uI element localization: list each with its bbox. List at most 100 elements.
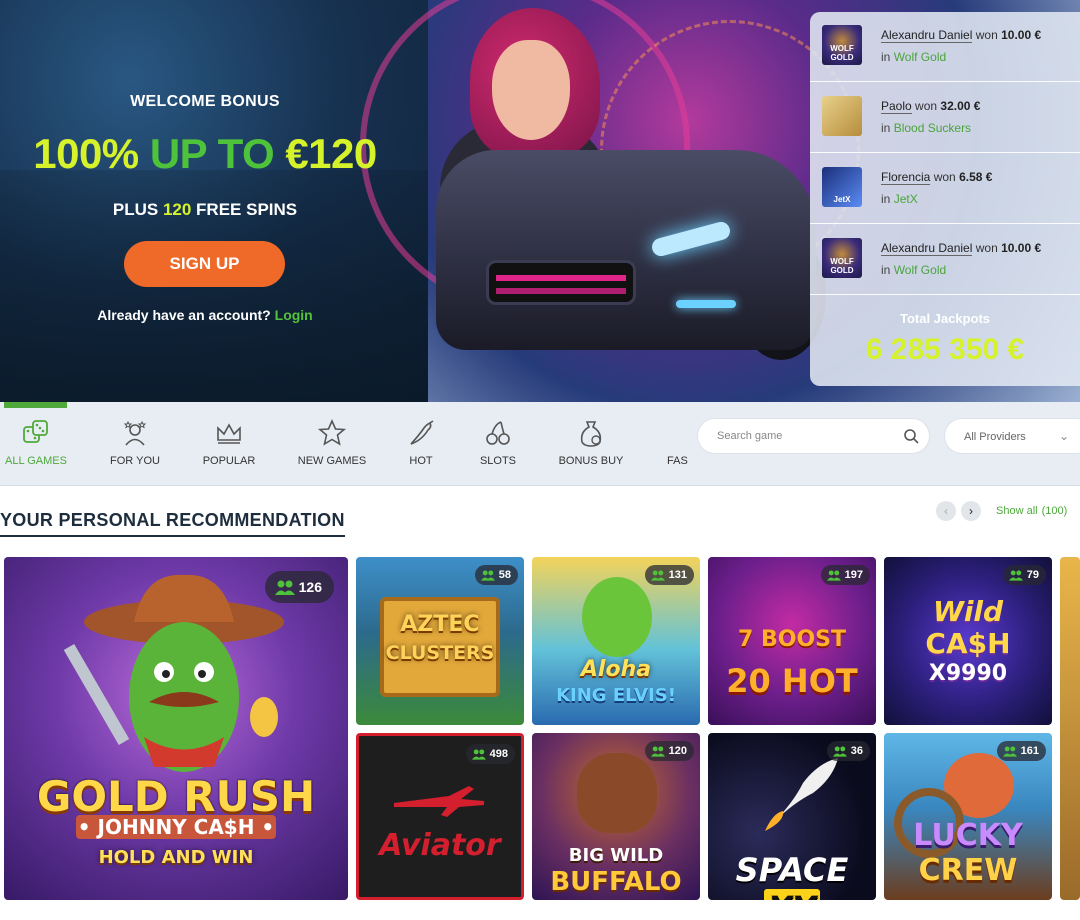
- jetx-thumbnail: JetX: [822, 167, 862, 207]
- winner-game-link[interactable]: Wolf Gold: [894, 263, 946, 277]
- search-input[interactable]: Search game: [717, 430, 782, 442]
- tab-all-games[interactable]: ALL GAMES: [0, 402, 72, 486]
- winner-item[interactable]: WOLF GOLD Alexandru Daniel won 10.00 € i…: [810, 12, 1080, 82]
- game-tile-gold-rush[interactable]: GOLD RUSH • JOHNNY CA$H • HOLD AND WIN 1…: [4, 557, 348, 900]
- player-count: 498: [489, 748, 508, 760]
- crown-icon: [217, 423, 241, 444]
- sign-up-button[interactable]: SIGN UP: [124, 241, 285, 287]
- in-label: in: [881, 192, 891, 206]
- show-all-label: Show all: [996, 505, 1038, 517]
- tab-label: BONUS BUY: [558, 455, 624, 467]
- tab-for-you[interactable]: FOR YOU: [96, 402, 174, 486]
- winner-amount: 6.58 €: [959, 170, 993, 184]
- login-prompt: Already have an account? Login: [0, 307, 410, 323]
- game-tile-partial[interactable]: [1060, 557, 1080, 900]
- tab-hot[interactable]: HOT: [396, 402, 446, 486]
- chili-icon: [410, 420, 434, 445]
- tab-fast[interactable]: FAS: [660, 402, 694, 486]
- winner-line: Paolo won 32.00 €: [881, 99, 981, 114]
- game-subtitle: CA$H: [925, 627, 1011, 660]
- player-count-badge: 131: [644, 565, 694, 585]
- game-title: 7 BOOST: [738, 627, 846, 652]
- game-subtitle: CLUSTERS: [385, 642, 495, 664]
- wolf-gold-thumbnail: WOLF GOLD: [822, 25, 862, 65]
- winner-game-line: in Wolf Gold: [881, 263, 946, 277]
- game-tile-20-boost-hot[interactable]: 7 BOOST 20 HOT 197: [708, 557, 876, 725]
- players-icon: [650, 746, 665, 757]
- winner-line: Alexandru Daniel won 10.00 €: [881, 241, 1042, 256]
- game-title-space: SPACE: [735, 851, 849, 889]
- tab-new-games[interactable]: NEW GAMES: [292, 402, 372, 486]
- game-subtitle: BUFFALO: [550, 867, 682, 897]
- won-label: won: [975, 241, 998, 255]
- headline-percent: 100%: [33, 130, 139, 177]
- winner-game-link[interactable]: JetX: [894, 192, 918, 206]
- tab-label: FOR YOU: [110, 455, 160, 467]
- welcome-promo: WELCOME BONUS 100% UP TO €120 PLUS 120 F…: [0, 0, 410, 402]
- player-count-badge: 120: [644, 741, 694, 761]
- game-title: GOLD RUSH: [36, 772, 316, 821]
- car-grille-light: [496, 275, 626, 281]
- tab-slots[interactable]: SLOTS: [473, 402, 523, 486]
- buffalo-art: [577, 753, 657, 833]
- carousel-prev-button[interactable]: ‹: [936, 501, 956, 521]
- game-tile-space-xy[interactable]: SPACE XY 36: [708, 733, 876, 900]
- in-label: in: [881, 263, 891, 277]
- game-tile-lucky-crew[interactable]: LUCKY CREW 161: [884, 733, 1052, 900]
- winner-name[interactable]: Florencia: [881, 170, 931, 185]
- in-label: in: [881, 50, 891, 64]
- winner-name[interactable]: Paolo: [881, 99, 912, 114]
- car-body: [436, 150, 816, 350]
- game-subtitle: 20 HOT: [726, 662, 858, 700]
- car-foglight: [676, 300, 736, 308]
- winner-amount: 10.00 €: [1001, 241, 1042, 255]
- game-title: Aviator: [379, 828, 501, 863]
- game-tile-aviator[interactable]: Aviator 498: [356, 733, 524, 900]
- person-star-icon: [123, 420, 147, 446]
- total-jackpots-value: 6 285 350 €: [865, 333, 1025, 366]
- player-count: 36: [850, 745, 863, 757]
- welcome-bonus-label: WELCOME BONUS: [130, 93, 280, 110]
- recent-winners-panel: WOLF GOLD Alexandru Daniel won 10.00 € i…: [810, 12, 1080, 386]
- game-subtitle: CREW: [918, 853, 1018, 888]
- player-count-badge: 197: [820, 565, 870, 585]
- carousel-next-button[interactable]: ›: [961, 501, 981, 521]
- tab-bonus-buy[interactable]: BONUS BUY: [553, 402, 629, 486]
- game-tile-big-wild-buffalo[interactable]: BIG WILD BUFFALO 120: [532, 733, 700, 900]
- winner-game-link[interactable]: Wolf Gold: [894, 50, 946, 64]
- winner-name[interactable]: Alexandru Daniel: [881, 241, 973, 256]
- show-all-count: (100): [1041, 505, 1068, 517]
- game-title: Wild: [932, 595, 1004, 628]
- car-grille-light-2: [496, 288, 626, 294]
- won-label: won: [915, 99, 938, 113]
- player-count-badge: 161: [996, 741, 1046, 761]
- dice-icon: [23, 420, 48, 443]
- game-tile-wild-cash[interactable]: Wild CA$H X9990 79: [884, 557, 1052, 725]
- tab-popular[interactable]: POPULAR: [192, 402, 266, 486]
- game-tile-aloha-king-elvis[interactable]: Aloha KING ELVIS! 131: [532, 557, 700, 725]
- cowboy-cactus-art: [64, 574, 284, 772]
- player-count-badge: 498: [465, 744, 515, 764]
- winner-amount: 32.00 €: [940, 99, 981, 113]
- providers-dropdown[interactable]: All Providers ⌄: [944, 418, 1080, 454]
- wolf-gold-thumbnail: WOLF GOLD: [822, 238, 862, 278]
- section-title: YOUR PERSONAL RECOMMENDATION: [0, 510, 345, 537]
- login-link[interactable]: Login: [275, 307, 313, 323]
- search-icon[interactable]: [903, 428, 919, 444]
- star-icon: [317, 419, 347, 446]
- show-all-link[interactable]: Show all (100): [996, 505, 1067, 517]
- winner-item[interactable]: WOLF GOLD Alexandru Daniel won 10.00 € i…: [810, 225, 1080, 295]
- winner-name[interactable]: Alexandru Daniel: [881, 28, 973, 43]
- winner-item[interactable]: Paolo won 32.00 € in Blood Suckers: [810, 83, 1080, 153]
- player-count-badge: 126: [264, 571, 334, 603]
- already-account-text: Already have an account?: [97, 307, 271, 323]
- game-title: Aloha: [580, 657, 652, 682]
- players-icon: [1002, 746, 1017, 757]
- winner-game-link[interactable]: Blood Suckers: [894, 121, 971, 135]
- search-game-field[interactable]: Search game: [697, 418, 930, 454]
- headline-amount: €120: [285, 130, 377, 177]
- winner-game-line: in Wolf Gold: [881, 50, 946, 64]
- chevron-down-icon: ⌄: [1059, 429, 1070, 443]
- winner-item[interactable]: JetX Florencia won 6.58 € in JetX: [810, 154, 1080, 224]
- game-tile-aztec-clusters[interactable]: AZTEC CLUSTERS 58: [356, 557, 524, 725]
